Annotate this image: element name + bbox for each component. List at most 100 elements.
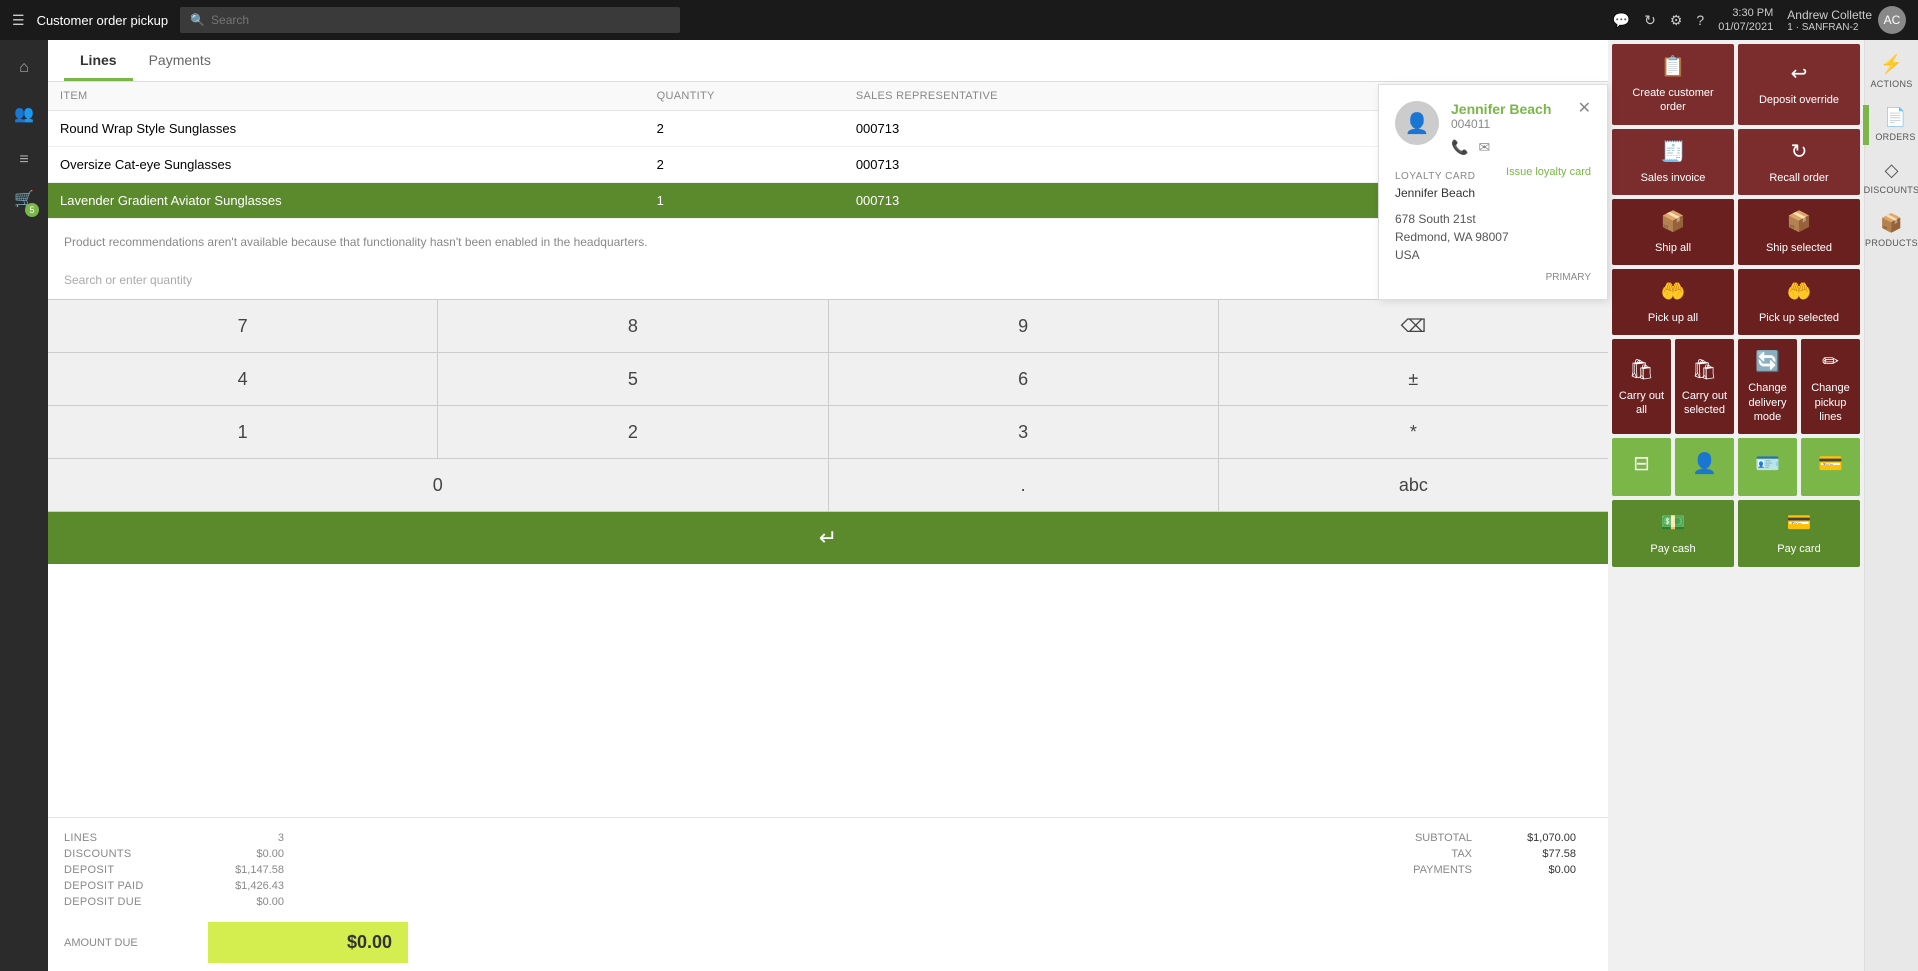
pay-cash-icon: 💵 (1661, 510, 1686, 536)
create-customer-order-icon: 📋 (1661, 54, 1686, 80)
app-title: Customer order pickup (37, 13, 169, 28)
btn3-icon: 🪪 (1755, 451, 1780, 477)
sidebar-actions[interactable]: ⚡ ACTIONS (1866, 48, 1916, 95)
numpad-key-abc[interactable]: abc (1219, 459, 1608, 511)
tile-deposit-override[interactable]: ↩ Deposit override (1738, 44, 1860, 125)
topbar-user: Andrew Collette 1 · SANFRAN-2 AC (1787, 6, 1906, 34)
sidebar-products[interactable]: 📦 PRODUCTS (1861, 207, 1918, 254)
change-pickup-lines-label: Change pickup lines (1807, 381, 1854, 424)
lightning-icon: ⚡ (1880, 54, 1902, 75)
tile-recall-order[interactable]: ↻ Recall order (1738, 129, 1860, 195)
customer-close-button[interactable]: ✕ (1578, 101, 1591, 117)
customer-contact-icons: 📞 ✉ (1451, 139, 1551, 156)
customer-overlay-header: 👤 Jennifer Beach 004011 📞 ✉ ✕ (1395, 101, 1591, 156)
numpad-key-1[interactable]: 1 (48, 406, 437, 458)
customer-address: 678 South 21st Redmond, WA 98007 USA (1395, 210, 1591, 264)
numpad-key-5[interactable]: 5 (438, 353, 827, 405)
chat-icon[interactable]: 💬 (1613, 12, 1630, 29)
settings-icon[interactable]: ⚙ (1670, 12, 1683, 29)
search-bar[interactable]: 🔍 (180, 7, 680, 33)
sidebar-item-customers[interactable]: 👥 (4, 94, 44, 134)
recall-order-icon: ↻ (1791, 139, 1808, 165)
tab-lines[interactable]: Lines (64, 40, 133, 81)
orders-icon: 📄 (1884, 107, 1906, 128)
numpad-key-7[interactable]: 7 (48, 300, 437, 352)
tile-pick-up-selected[interactable]: 🤲 Pick up selected (1738, 269, 1860, 335)
tile-pay-cash[interactable]: 💵 Pay cash (1612, 500, 1734, 566)
tile-carry-out-selected[interactable]: 🛍 Carry out selected (1675, 339, 1734, 434)
create-customer-order-label: Create customer order (1618, 86, 1728, 115)
btn2-icon: 👤 (1692, 451, 1717, 477)
tile-btn3[interactable]: 🪪 (1738, 438, 1797, 496)
numpad-key-x[interactable]: * (1219, 406, 1608, 458)
recall-order-label: Recall order (1769, 171, 1828, 185)
numpad-key-8[interactable]: 8 (438, 300, 827, 352)
ship-all-label: Ship all (1655, 241, 1691, 255)
tax-value: $77.58 (1496, 848, 1576, 860)
tile-btn1[interactable]: ⊟ (1612, 438, 1671, 496)
menu-icon[interactable]: ☰ (12, 12, 25, 29)
sales-invoice-label: Sales invoice (1641, 171, 1706, 185)
search-input[interactable] (211, 13, 670, 27)
tile-pick-up-all[interactable]: 🤲 Pick up all (1612, 269, 1734, 335)
sidebar-discounts[interactable]: ◇ DISCOUNTS (1860, 154, 1918, 201)
tile-sales-invoice[interactable]: 🧾 Sales invoice (1612, 129, 1734, 195)
sidebar-item-home[interactable]: ⌂ (4, 48, 44, 88)
tile-ship-selected[interactable]: 📦 Ship selected (1738, 199, 1860, 265)
numpad-key-x[interactable]: . (829, 459, 1218, 511)
deposit-override-icon: ↩ (1791, 61, 1808, 87)
phone-icon[interactable]: 📞 (1451, 139, 1468, 156)
discounts-icon: ◇ (1885, 160, 1899, 181)
numpad-key-x[interactable]: ⌫ (1219, 300, 1608, 352)
sidebar-orders[interactable]: 📄 ORDERS (1871, 101, 1918, 148)
tile-create-customer-order[interactable]: 📋 Create customer order (1612, 44, 1734, 125)
email-icon[interactable]: ✉ (1478, 139, 1490, 156)
payments-label: PAYMENTS (1413, 864, 1472, 876)
cart-badge: 5 (25, 203, 38, 217)
numpad-key-9[interactable]: 9 (829, 300, 1218, 352)
pay-cash-label: Pay cash (1650, 542, 1695, 556)
ship-selected-label: Ship selected (1766, 241, 1832, 255)
tile-btn2[interactable]: 👤 (1675, 438, 1734, 496)
help-icon[interactable]: ? (1696, 12, 1704, 28)
numpad-key-x[interactable]: ↵ (48, 512, 1608, 564)
tile-ship-all[interactable]: 📦 Ship all (1612, 199, 1734, 265)
numpad-key-4[interactable]: 4 (48, 353, 437, 405)
table-row[interactable]: Lavender Gradient Aviator Sunglasses 1 0… (48, 183, 1608, 219)
sidebar-item-cart[interactable]: 🛒 5 (4, 186, 44, 226)
transaction-panel: Lines Payments ITEM QUANTITY SALES REPRE… (48, 40, 1608, 971)
orders-active-indicator (1863, 105, 1869, 145)
numpad-key-x[interactable]: ± (1219, 353, 1608, 405)
numpad-key-3[interactable]: 3 (829, 406, 1218, 458)
tile-change-pickup-lines[interactable]: ✏ Change pickup lines (1801, 339, 1860, 434)
tile-carry-out-all[interactable]: 🛍 Carry out all (1612, 339, 1671, 434)
deposit-override-label: Deposit override (1759, 93, 1839, 107)
tile-btn4[interactable]: 💳 (1801, 438, 1860, 496)
sidebar-item-menu[interactable]: ≡ (4, 140, 44, 180)
tile-pay-card[interactable]: 💳 Pay card (1738, 500, 1860, 566)
discounts-label: DISCOUNTS (1864, 185, 1918, 195)
tax-label: TAX (1451, 848, 1472, 860)
totals-section: LINES 3 DISCOUNTS $0.00 DEPOSIT $1,147.5… (48, 817, 1608, 971)
carry-out-all-icon: 🛍 (1629, 357, 1654, 383)
customer-avatar: 👤 (1395, 101, 1439, 145)
col-header-item: ITEM (48, 82, 645, 111)
numpad-key-6[interactable]: 6 (829, 353, 1218, 405)
table-row[interactable]: Oversize Cat-eye Sunglasses 2 000713 $42… (48, 147, 1608, 183)
table-row[interactable]: Round Wrap Style Sunglasses 2 000713 $52… (48, 111, 1608, 147)
user-name: Andrew Collette 1 · SANFRAN-2 (1787, 8, 1872, 33)
item-rep: 000713 (844, 183, 1247, 219)
item-name: Oversize Cat-eye Sunglasses (48, 147, 645, 183)
numpad-key-0[interactable]: 0 (48, 459, 828, 511)
deposit-label: DEPOSIT (64, 864, 204, 876)
ship-all-icon: 📦 (1661, 209, 1686, 235)
tab-payments[interactable]: Payments (133, 40, 227, 81)
refresh-icon[interactable]: ↻ (1644, 12, 1656, 29)
deposit-due-label: DEPOSIT DUE (64, 896, 204, 908)
action-sidebar: ⚡ ACTIONS 📄 ORDERS ◇ DISCOUNTS 📦 PROD (1864, 40, 1918, 971)
issue-loyalty-card-link[interactable]: Issue loyalty card (1506, 166, 1591, 178)
tile-change-delivery-mode[interactable]: 🔄 Change delivery mode (1738, 339, 1797, 434)
numpad-key-2[interactable]: 2 (438, 406, 827, 458)
orders-sidebar-item-wrapper: 📄 ORDERS (1863, 101, 1918, 148)
discounts-value: $0.00 (204, 848, 284, 860)
